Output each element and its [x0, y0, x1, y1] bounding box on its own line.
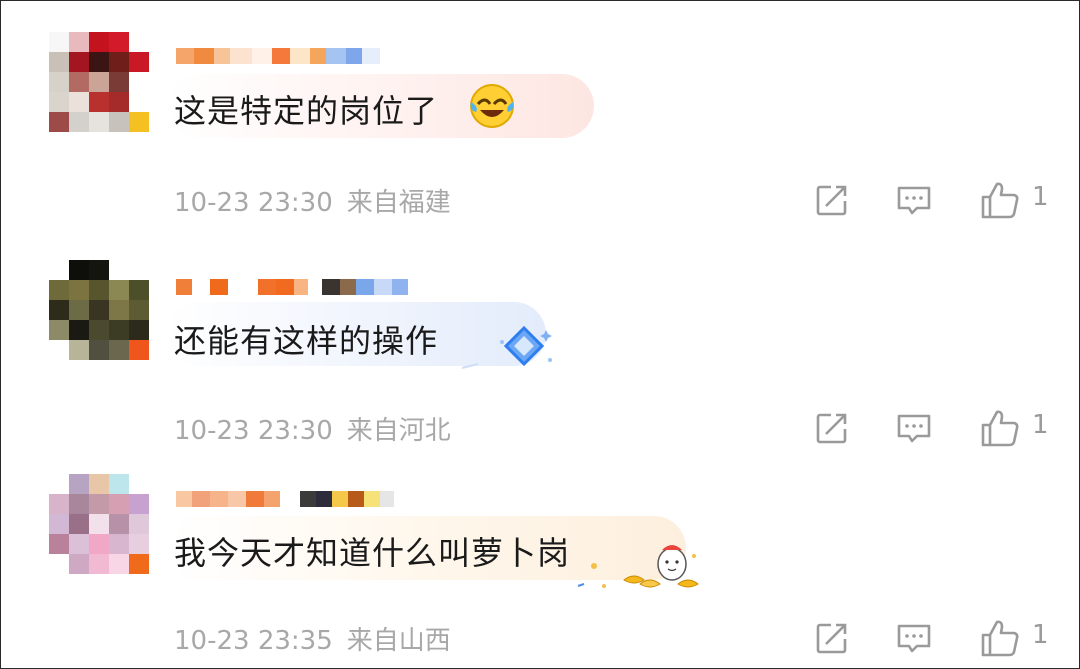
- timestamp: 10-23 23:35: [174, 626, 333, 656]
- location: 来自山西: [346, 626, 451, 656]
- like-count: 1: [1032, 410, 1049, 440]
- gold-ingot-sticker: [577, 545, 699, 588]
- comment-text: 这是特定的岗位了: [174, 92, 439, 130]
- diamond-sticker: [461, 325, 552, 369]
- thumbs-up-icon[interactable]: [980, 408, 1020, 448]
- avatar[interactable]: [49, 32, 149, 132]
- location: 来自福建: [346, 188, 451, 218]
- comment-text: 我今天才知道什么叫萝卜岗: [174, 534, 571, 572]
- comment-meta: 10-23 23:30 来自福建: [174, 182, 451, 219]
- comment-icon[interactable]: [896, 182, 932, 218]
- location: 来自河北: [346, 416, 451, 446]
- comment-icon[interactable]: [896, 410, 932, 446]
- avatar[interactable]: [49, 260, 149, 360]
- timestamp: 10-23 23:30: [174, 188, 333, 218]
- comment-icon[interactable]: [896, 620, 932, 656]
- avatar[interactable]: [49, 474, 149, 574]
- like-count: 1: [1032, 620, 1049, 650]
- comment-text: 还能有这样的操作: [174, 322, 439, 360]
- laugh-cry-emoji: [470, 84, 514, 128]
- share-icon[interactable]: [814, 620, 850, 656]
- comment-meta: 10-23 23:30 来自河北: [174, 410, 451, 447]
- username-blurred[interactable]: [176, 276, 408, 298]
- comment-meta: 10-23 23:35 来自山西: [174, 620, 451, 657]
- username-blurred[interactable]: [176, 488, 394, 510]
- username-blurred[interactable]: [176, 45, 380, 67]
- like-count: 1: [1032, 182, 1049, 212]
- timestamp: 10-23 23:30: [174, 416, 333, 446]
- thumbs-up-icon[interactable]: [980, 180, 1020, 220]
- share-icon[interactable]: [814, 182, 850, 218]
- share-icon[interactable]: [814, 410, 850, 446]
- thumbs-up-icon[interactable]: [980, 618, 1020, 658]
